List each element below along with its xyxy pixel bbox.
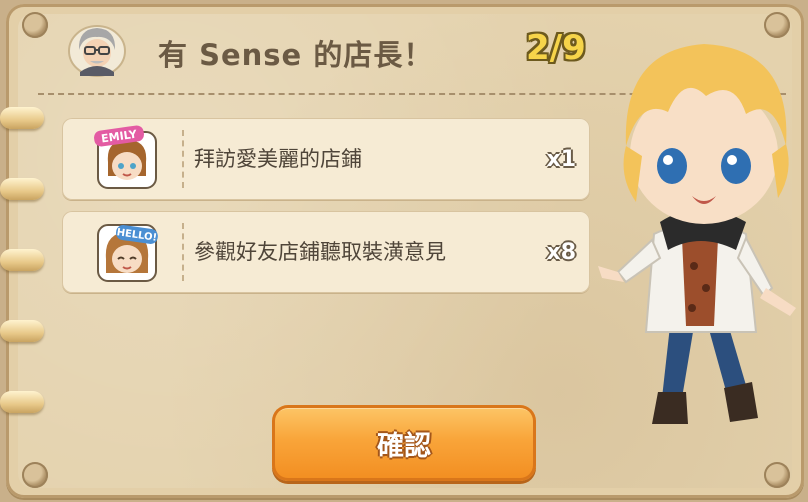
confirm-button[interactable]: 確認	[272, 405, 536, 481]
task-description: 拜訪愛美麗的店鋪	[194, 147, 362, 171]
task-row: HELLO! 參觀好友店鋪聽取裝潢意見 x8	[62, 211, 590, 293]
notebook-ring	[0, 107, 44, 129]
character-illustration	[596, 26, 806, 438]
notebook-ring	[0, 391, 44, 413]
task-count: x1	[546, 146, 577, 172]
task-description: 參觀好友店鋪聽取裝潢意見	[194, 240, 446, 264]
emily-avatar-icon: EMILY	[90, 124, 164, 192]
task-separator	[182, 223, 184, 281]
notebook-ring	[0, 249, 44, 271]
manager-avatar-icon	[66, 20, 128, 78]
notebook-ring	[0, 320, 44, 342]
corner-screw-icon	[22, 12, 48, 38]
notebook-ring	[0, 178, 44, 200]
task-row: EMILY 拜訪愛美麗的店鋪 x1	[62, 118, 590, 200]
quest-progress: 2/9	[526, 28, 586, 68]
corner-screw-icon	[764, 462, 790, 488]
task-count: x8	[546, 239, 577, 265]
hello-avatar-icon: HELLO!	[90, 217, 164, 285]
corner-screw-icon	[22, 462, 48, 488]
quest-title: 有 Sense 的店長！	[158, 38, 434, 72]
task-separator	[182, 130, 184, 188]
